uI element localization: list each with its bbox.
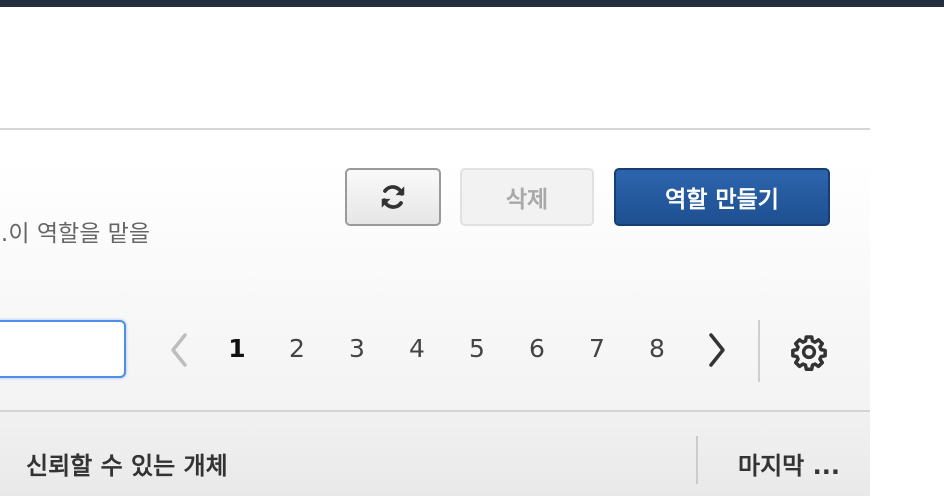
- delete-button[interactable]: 삭제: [460, 168, 594, 226]
- page-5[interactable]: 5: [462, 334, 492, 363]
- column-header-last-activity[interactable]: 마지막 ...: [738, 446, 840, 481]
- top-navigation-bar: [0, 0, 944, 7]
- pagination-divider: [758, 320, 760, 382]
- chevron-left-icon: [171, 333, 187, 367]
- page-7[interactable]: 7: [582, 334, 612, 363]
- column-header-trusted-entities[interactable]: 신뢰할 수 있는 개체: [26, 446, 228, 481]
- page-6[interactable]: 6: [522, 334, 552, 363]
- settings-button[interactable]: [790, 333, 828, 371]
- column-divider[interactable]: [696, 436, 698, 484]
- next-page-button[interactable]: [702, 328, 732, 372]
- gear-icon: [791, 335, 827, 371]
- search-input[interactable]: [0, 320, 126, 378]
- page-3[interactable]: 3: [342, 334, 372, 363]
- previous-page-button[interactable]: [164, 328, 194, 372]
- chevron-right-icon: [709, 333, 725, 367]
- refresh-icon: [381, 185, 405, 209]
- panel-description: …이 역할을 맡을: [0, 221, 150, 247]
- page-2[interactable]: 2: [282, 334, 312, 363]
- refresh-button[interactable]: [345, 168, 441, 226]
- page-4[interactable]: 4: [402, 334, 432, 363]
- page-8[interactable]: 8: [642, 334, 672, 363]
- create-role-button[interactable]: 역할 만들기: [614, 168, 830, 226]
- page-1[interactable]: 1: [222, 334, 252, 363]
